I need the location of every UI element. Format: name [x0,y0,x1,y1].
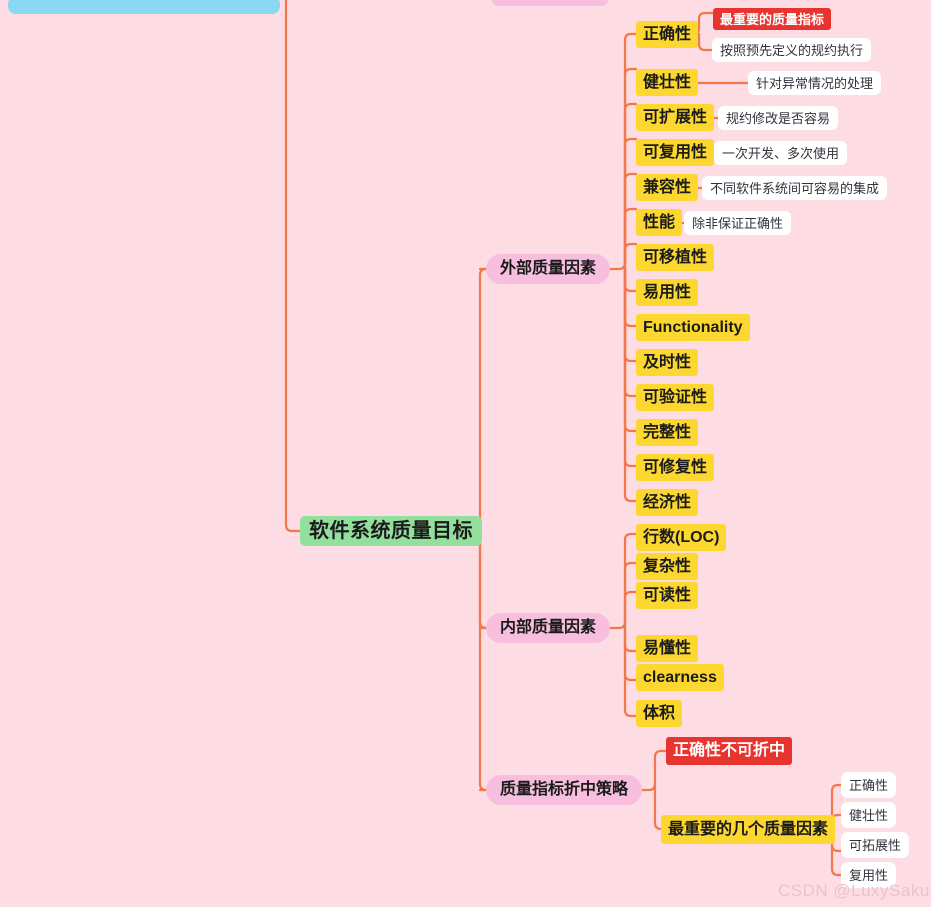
root-node[interactable]: 软件系统质量目标 [300,516,482,546]
leaf-most-important-quality-factors[interactable]: 最重要的几个质量因素 [661,815,836,844]
mindmap-canvas: 软件系统质量目标 外部质量因素 内部质量因素 质量指标折中策略 正确性 最重要的… [0,0,931,907]
offscreen-pink-node[interactable] [492,0,608,6]
sub-leaf-robustness[interactable]: 健壮性 [841,802,897,828]
leaf-volume[interactable]: 体积 [636,700,683,727]
leaf-readability[interactable]: 可读性 [636,582,699,609]
leaf-robustness[interactable]: 健壮性 [636,69,699,96]
leaf-reusability[interactable]: 可复用性 [636,139,715,166]
leaf-extensibility[interactable]: 可扩展性 [636,104,715,131]
leaf-correctness[interactable]: 正确性 [636,21,699,48]
leaf-performance[interactable]: 性能 [636,209,683,236]
branch-internal-quality-factors[interactable]: 内部质量因素 [486,613,611,643]
leaf-correctness-not-negotiable[interactable]: 正确性不可折中 [666,737,793,765]
note-most-important-quality-metric[interactable]: 最重要的质量指标 [713,8,832,30]
note-easy-integration-across-systems[interactable]: 不同软件系统间可容易的集成 [702,176,888,200]
leaf-timeliness[interactable]: 及时性 [636,349,699,376]
leaf-usability[interactable]: 易用性 [636,279,699,306]
note-develop-once-use-many[interactable]: 一次开发、多次使用 [714,141,848,165]
note-handling-abnormal-cases[interactable]: 针对异常情况的处理 [748,71,882,95]
leaf-compatibility[interactable]: 兼容性 [636,174,699,201]
sub-leaf-correctness[interactable]: 正确性 [841,772,897,798]
note-unless-correctness-guaranteed[interactable]: 除非保证正确性 [684,211,792,235]
branch-quality-tradeoff-strategy[interactable]: 质量指标折中策略 [486,775,643,805]
leaf-clearness[interactable]: clearness [636,664,724,691]
leaf-verifiability[interactable]: 可验证性 [636,384,715,411]
leaf-integrity[interactable]: 完整性 [636,419,699,446]
branch-external-quality-factors[interactable]: 外部质量因素 [486,254,611,284]
note-execute-per-predefined-spec[interactable]: 按照预先定义的规约执行 [712,38,872,62]
leaf-economy[interactable]: 经济性 [636,489,699,516]
note-is-spec-change-easy[interactable]: 规约修改是否容易 [718,106,839,130]
leaf-repairability[interactable]: 可修复性 [636,454,715,481]
leaf-complexity[interactable]: 复杂性 [636,553,699,580]
leaf-portability[interactable]: 可移植性 [636,244,715,271]
leaf-understandability[interactable]: 易懂性 [636,635,699,662]
offscreen-blue-panel[interactable] [8,0,280,14]
connector-lines [284,0,843,877]
leaf-lines-of-code[interactable]: 行数(LOC) [636,524,727,551]
csdn-watermark: CSDN @LuxySakura [778,881,931,900]
sub-leaf-extensibility[interactable]: 可拓展性 [841,832,910,858]
leaf-functionality[interactable]: Functionality [636,314,750,341]
